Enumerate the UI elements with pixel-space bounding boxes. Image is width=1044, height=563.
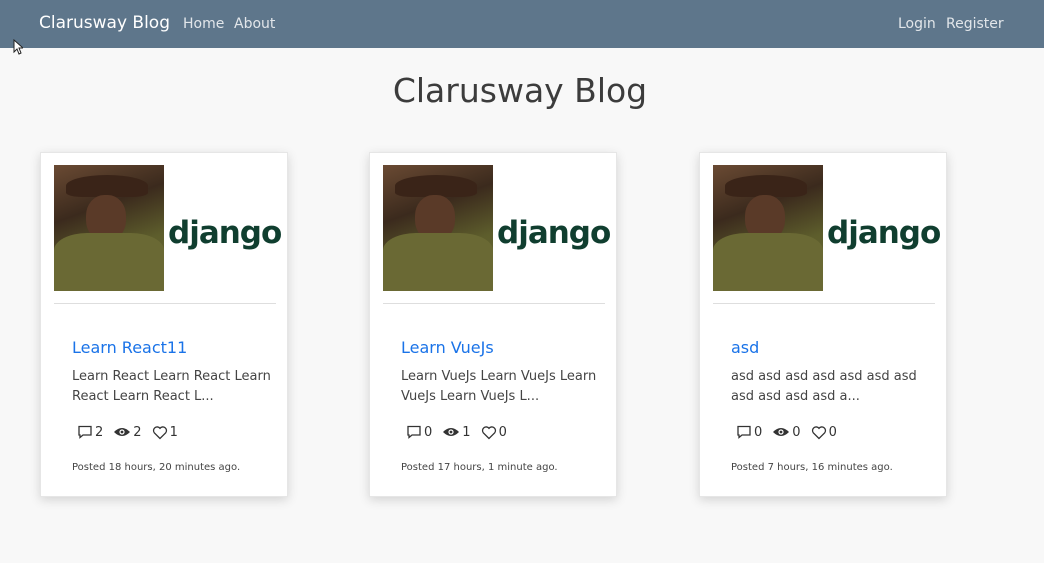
post-excerpt: Learn React Learn React Learn React Lear… xyxy=(72,369,271,404)
post-excerpt: asd asd asd asd asd asd asd asd asd asd … xyxy=(731,369,917,404)
posted-time: Posted 7 hours, 16 minutes ago. xyxy=(731,462,893,473)
eye-icon xyxy=(114,428,131,436)
post-stats: 0 1 0 xyxy=(406,424,517,440)
eye-icon xyxy=(443,428,460,436)
nav-register-link[interactable]: Register xyxy=(946,16,1004,32)
post-image[interactable]: django xyxy=(713,165,941,291)
django-logo: django xyxy=(168,215,282,251)
card-divider xyxy=(713,303,935,304)
comment-icon xyxy=(78,425,92,439)
heart-icon[interactable] xyxy=(481,425,497,440)
like-count[interactable]: 0 xyxy=(481,425,507,440)
eye-icon xyxy=(773,428,790,436)
comment-count: 0 xyxy=(406,424,432,440)
view-count: 1 xyxy=(442,425,471,440)
comment-icon xyxy=(407,425,421,439)
navbar: Clarusway Blog Home About Login Register xyxy=(0,0,1044,48)
post-card: django Learn React11 Learn React Learn R… xyxy=(40,152,288,497)
brand-link[interactable]: Clarusway Blog xyxy=(39,13,170,33)
post-title-link[interactable]: Learn VueJs xyxy=(401,338,494,357)
like-count[interactable]: 1 xyxy=(152,425,178,440)
post-excerpt: Learn VueJs Learn VueJs Learn VueJs Lear… xyxy=(401,369,597,404)
django-logo: django xyxy=(827,215,941,251)
post-title-link[interactable]: Learn React11 xyxy=(72,338,187,357)
post-photo xyxy=(713,165,823,291)
view-count: 0 xyxy=(772,425,801,440)
posted-time: Posted 17 hours, 1 minute ago. xyxy=(401,462,558,473)
post-card: django Learn VueJs Learn VueJs Learn Vue… xyxy=(369,152,617,497)
nav-login-link[interactable]: Login xyxy=(898,16,936,32)
comment-count: 0 xyxy=(736,424,762,440)
post-stats: 0 0 0 xyxy=(736,424,847,440)
post-stats: 2 2 1 xyxy=(77,424,188,440)
post-image[interactable]: django xyxy=(54,165,282,291)
comment-icon xyxy=(737,425,751,439)
post-photo xyxy=(383,165,493,291)
post-photo xyxy=(54,165,164,291)
post-image[interactable]: django xyxy=(383,165,611,291)
comment-count: 2 xyxy=(77,424,103,440)
view-count: 2 xyxy=(113,425,142,440)
nav-about-link[interactable]: About xyxy=(234,16,275,32)
post-title-link[interactable]: asd xyxy=(731,338,759,357)
mouse-cursor-icon xyxy=(13,39,23,55)
post-card: django asd asd asd asd asd asd asd asd a… xyxy=(699,152,947,497)
posted-time: Posted 18 hours, 20 minutes ago. xyxy=(72,462,241,473)
nav-home-link[interactable]: Home xyxy=(183,16,224,32)
heart-icon[interactable] xyxy=(811,425,827,440)
like-count[interactable]: 0 xyxy=(811,425,837,440)
django-logo: django xyxy=(497,215,611,251)
heart-icon[interactable] xyxy=(152,425,168,440)
card-divider xyxy=(383,303,605,304)
card-divider xyxy=(54,303,276,304)
page-title: Clarusway Blog xyxy=(392,71,648,110)
